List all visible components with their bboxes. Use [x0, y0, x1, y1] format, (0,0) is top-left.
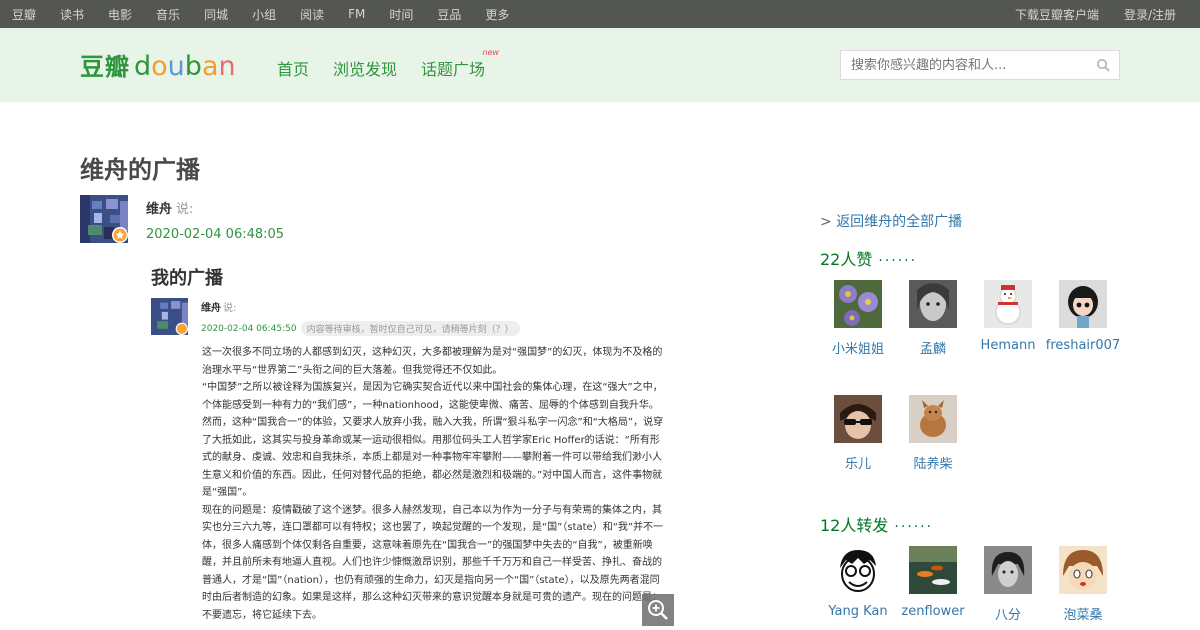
user-name: 小米姐姐	[831, 342, 884, 357]
zoom-in-icon[interactable]	[642, 594, 674, 626]
topnav-douban[interactable]: 豆瓣	[12, 6, 36, 23]
top-nav-bar: 豆瓣 读书 电影 音乐 同城 小组 阅读 FM 时间 豆品 更多 下载豆瓣客户端…	[0, 0, 1200, 28]
screenshot-paragraph: 这一次很多不同立场的人都感到幻灭，这种幻灭，大多都被理解为是对“强国梦”的幻灭，…	[202, 347, 663, 376]
logo-chinese: 豆瓣	[80, 53, 130, 81]
review-notice: 内容等待审核，暂时仅自己可见，请稍等片刻（？）	[300, 321, 520, 336]
nav-home[interactable]: 首页	[277, 56, 309, 80]
topnav-local[interactable]: 同城	[204, 6, 228, 23]
screenshot-body: 这一次很多不同立场的人都感到幻灭，这种幻灭，大多都被理解为是对“强国梦”的幻灭，…	[202, 344, 668, 624]
user-name: 八分	[994, 608, 1021, 623]
author-name[interactable]: 维舟	[146, 202, 172, 217]
search-icon[interactable]	[1096, 58, 1110, 72]
user-avatar	[1059, 280, 1107, 328]
user-avatar	[834, 280, 882, 328]
new-badge: new	[482, 48, 500, 57]
topnav-time[interactable]: 时间	[389, 6, 413, 23]
like-user[interactable]: 小米姐姐	[818, 280, 898, 357]
user-name: freshair007	[1045, 338, 1121, 353]
screenshot-says: 说:	[223, 303, 237, 314]
screenshot-author-name: 维舟	[201, 303, 221, 314]
likes-heading: 22人赞 ······	[820, 246, 917, 270]
screenshot-timestamp: 2020-02-04 06:45:50	[201, 323, 297, 334]
like-user[interactable]: 乐儿	[818, 395, 898, 472]
screenshot-time-row: 2020-02-04 06:45:50 内容等待审核，暂时仅自己可见，请稍等片刻（…	[201, 321, 520, 336]
user-avatar	[909, 280, 957, 328]
user-avatar	[909, 395, 957, 443]
user-name: 泡菜桑	[1063, 608, 1103, 623]
topnav-books[interactable]: 读书	[60, 6, 84, 23]
user-name: zenflower	[901, 604, 965, 619]
user-avatar	[909, 546, 957, 594]
user-avatar	[834, 395, 882, 443]
likes-count-label: 22人赞	[820, 250, 873, 269]
like-user[interactable]: freshair007	[1043, 280, 1123, 353]
like-user[interactable]: Hemann	[968, 280, 1048, 353]
nav-topics-label: 话题广场	[421, 60, 486, 79]
topnav-shop[interactable]: 豆品	[437, 6, 461, 23]
topnav-groups[interactable]: 小组	[252, 6, 276, 23]
topnav-more[interactable]: 更多	[485, 6, 509, 23]
search-input[interactable]	[841, 51, 1081, 79]
search-box	[840, 50, 1120, 80]
nav-topics[interactable]: 话题广场 new	[421, 48, 499, 80]
user-avatar	[834, 546, 882, 594]
douban-logo[interactable]: 豆瓣 douban	[80, 47, 236, 83]
like-user[interactable]: 陆养柴	[893, 395, 973, 472]
embedded-screenshot[interactable]: 我的广播 维舟 说: 2020-02-04 06:45:50 内容等待审核，暂时仅自…	[146, 262, 676, 630]
user-name: 乐儿	[844, 457, 871, 472]
reshare-user[interactable]: 八分	[968, 546, 1048, 623]
reshares-more-dots[interactable]: ······	[894, 519, 933, 535]
logo-english: douban	[134, 51, 236, 82]
user-avatar	[1059, 546, 1107, 594]
back-link-label: 返回维舟的全部广播	[836, 214, 963, 230]
user-avatar	[984, 546, 1032, 594]
page-title: 维舟的广播	[80, 156, 200, 184]
nav-explore[interactable]: 浏览发现	[333, 56, 397, 80]
screenshot-paragraph: “中国梦”之所以被诠释为国族复兴，是因为它确实契合近代以来中国社会的集体心理，在…	[202, 382, 664, 498]
main-nav: 首页 浏览发现 话题广场 new	[277, 48, 509, 80]
login-register-link[interactable]: 登录/注册	[1124, 6, 1176, 23]
user-avatar	[984, 280, 1032, 328]
author-line: 维舟 说:	[146, 198, 193, 217]
topnav-movies[interactable]: 电影	[108, 6, 132, 23]
screenshot-paragraph: 现在的问题是：疫情戳破了这个迷梦。很多人赫然发现，自己本以为作为一分子与有荣焉的…	[202, 504, 664, 621]
likes-more-dots[interactable]: ······	[878, 253, 917, 269]
user-name: Yang Kan	[828, 604, 888, 619]
reshare-user[interactable]: zenflower	[893, 546, 973, 619]
account-links: 下载豆瓣客户端 登录/注册	[990, 0, 1176, 28]
user-name: 陆养柴	[913, 457, 953, 472]
topnav-read[interactable]: 阅读	[300, 6, 324, 23]
download-app-link[interactable]: 下载豆瓣客户端	[1015, 6, 1099, 23]
reshare-user[interactable]: 泡菜桑	[1043, 546, 1123, 623]
screenshot-author-line: 维舟 说:	[201, 299, 236, 314]
site-links: 豆瓣 读书 电影 音乐 同城 小组 阅读 FM 时间 豆品 更多	[12, 0, 533, 28]
screenshot-title: 我的广播	[151, 268, 223, 289]
site-header: 豆瓣 douban 首页 浏览发现 话题广场 new	[0, 28, 1200, 102]
post-timestamp[interactable]: 2020-02-04 06:48:05	[146, 227, 284, 242]
reshare-user[interactable]: Yang Kan	[818, 546, 898, 619]
verified-badge-icon	[112, 227, 128, 243]
back-to-all-posts-link[interactable]: > 返回维舟的全部广播	[820, 211, 962, 231]
says-label: 说:	[176, 202, 194, 217]
user-name: Hemann	[980, 338, 1036, 353]
screenshot-author-avatar	[151, 298, 188, 335]
reshares-count-label: 12人转发	[820, 516, 889, 535]
reshares-heading: 12人转发 ······	[820, 512, 933, 536]
topnav-fm[interactable]: FM	[348, 7, 365, 21]
topnav-music[interactable]: 音乐	[156, 6, 180, 23]
author-avatar[interactable]	[80, 195, 128, 243]
like-user[interactable]: 孟麟	[893, 280, 973, 357]
user-name: 孟麟	[919, 342, 946, 357]
